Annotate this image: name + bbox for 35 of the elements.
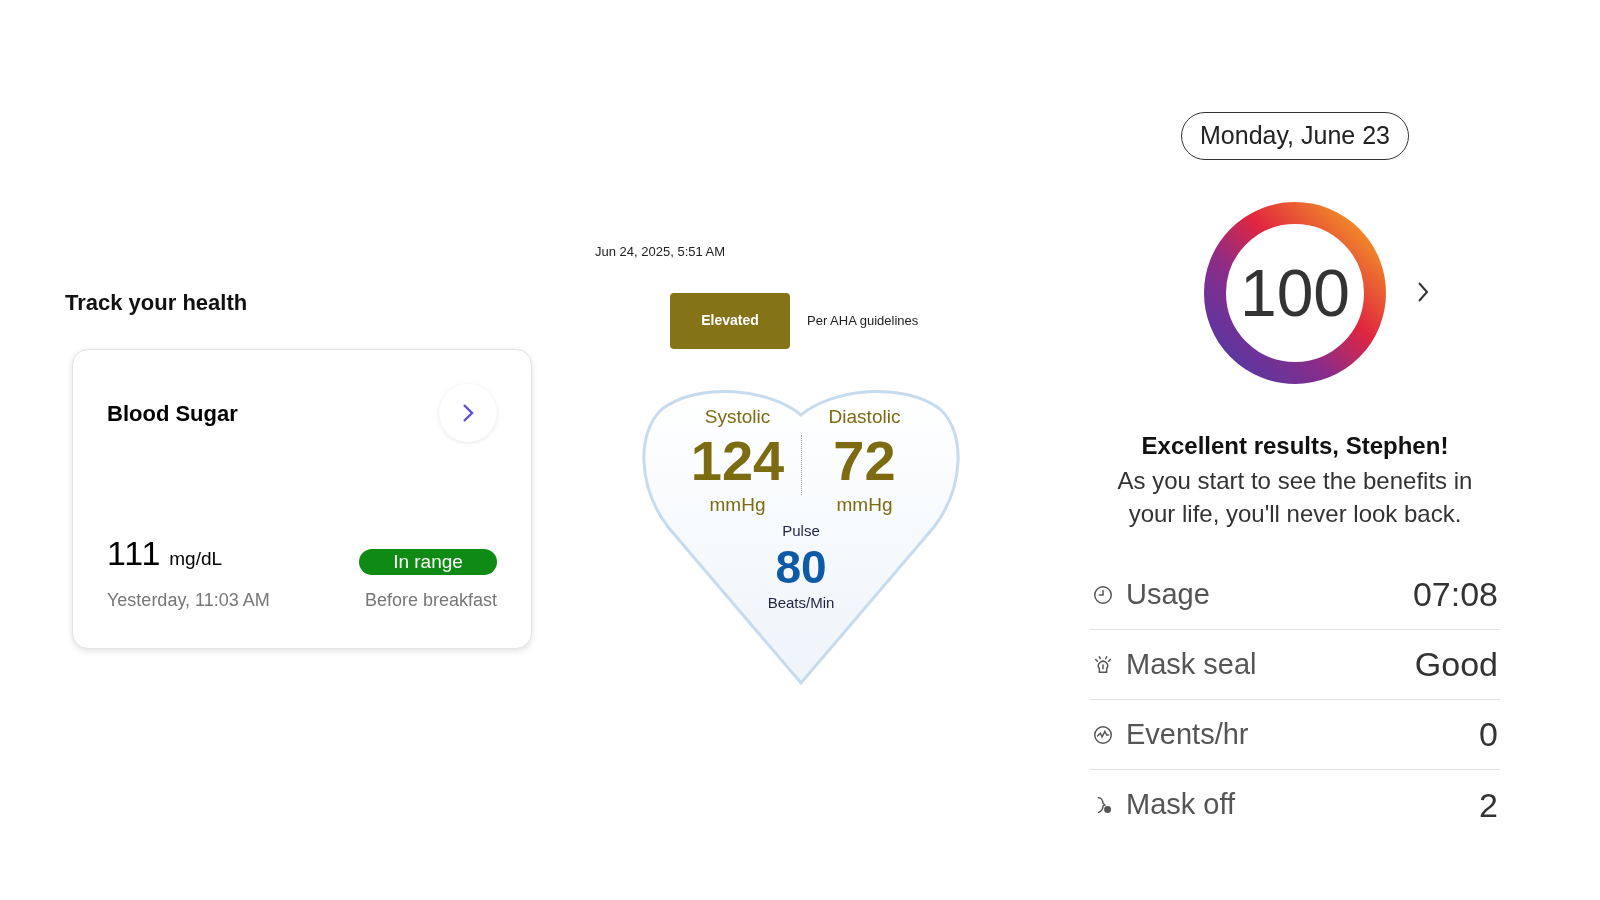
- category-badge: Elevated: [670, 292, 790, 349]
- section-title: Track your health: [65, 289, 249, 317]
- pulse-label: Pulse: [782, 520, 820, 541]
- systolic-value: 124: [690, 431, 785, 491]
- metric-label: Mask seal: [1126, 646, 1257, 682]
- result-headline: Excellent results, Stephen!: [1141, 431, 1449, 461]
- glucose-unit: mg/dL: [169, 547, 223, 571]
- meal-context: Before breakfast: [364, 589, 497, 612]
- metric-label: Usage: [1126, 576, 1210, 612]
- metric-value: 0: [1479, 714, 1498, 755]
- systolic-label: Systolic: [704, 404, 771, 429]
- metric-label: Events/hr: [1126, 716, 1249, 752]
- metric-value: 07:08: [1412, 574, 1498, 615]
- diastolic-label: Diastolic: [828, 404, 901, 429]
- reading-time: Yesterday, 11:03 AM: [107, 589, 270, 612]
- chevron-right-icon: [461, 402, 475, 424]
- glucose-value: 111: [107, 533, 162, 574]
- chevron-right-icon[interactable]: [1416, 280, 1430, 304]
- diastolic-unit: mmHg: [836, 493, 893, 517]
- clock-icon: [1092, 583, 1114, 606]
- status-pill: In range: [359, 549, 497, 575]
- reading-timestamp: Jun 24, 2025, 5:51 AM: [595, 243, 727, 261]
- pulse-unit: Beats/Min: [767, 593, 835, 613]
- waveform-icon: [1092, 723, 1114, 746]
- card-title: Blood Sugar: [107, 399, 238, 428]
- diastolic-value: 72: [833, 431, 896, 491]
- score-value: 100: [1239, 254, 1351, 332]
- mask-icon: [1092, 653, 1114, 676]
- result-message: As you start to see the benefits in your life, you'll never look back.: [1116, 466, 1474, 529]
- metric-label: Mask off: [1126, 787, 1236, 823]
- guideline-note: Per AHA guidelines: [807, 311, 919, 330]
- pulse-value: 80: [775, 542, 827, 592]
- metric-value: Good: [1414, 644, 1498, 685]
- metric-value: 2: [1479, 784, 1498, 826]
- systolic-unit: mmHg: [709, 493, 766, 517]
